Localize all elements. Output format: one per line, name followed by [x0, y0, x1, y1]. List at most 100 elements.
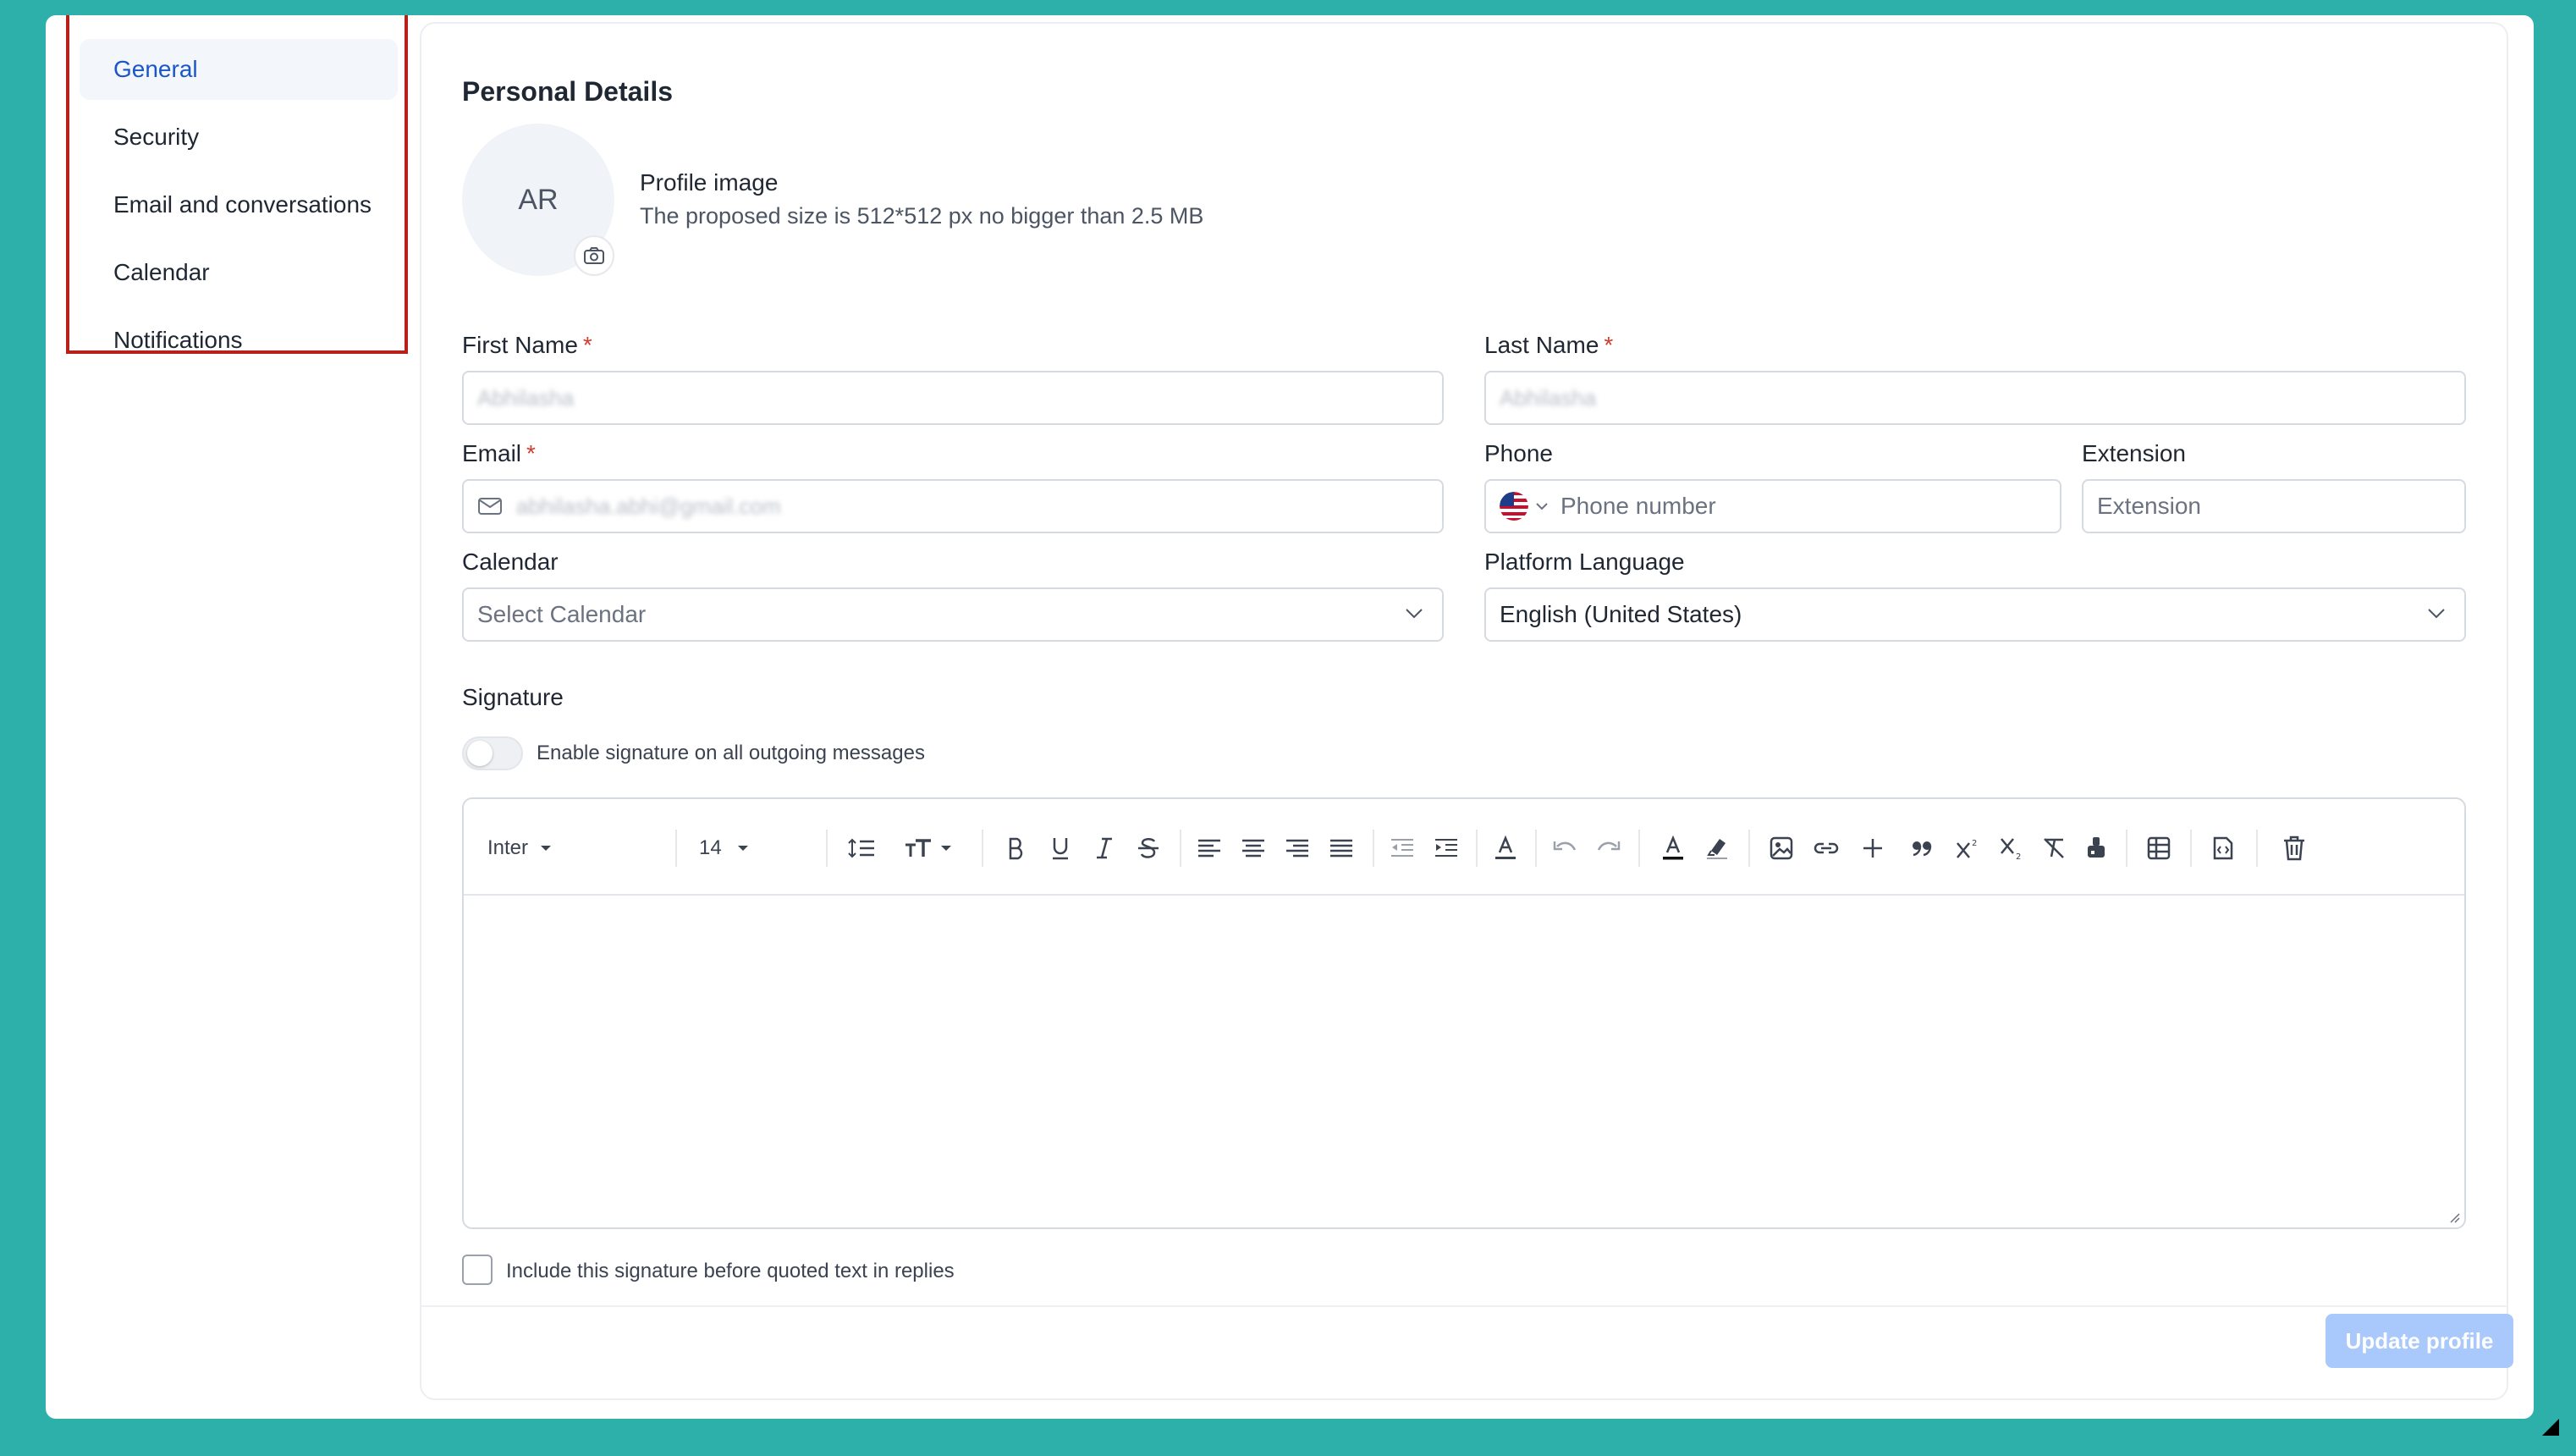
phone-field[interactable]: Phone number	[1484, 479, 2061, 533]
calendar-select[interactable]: Select Calendar	[462, 587, 1444, 642]
toolbar-divider	[2126, 830, 2127, 867]
update-profile-button[interactable]: Update profile	[2326, 1314, 2513, 1368]
superscript-icon[interactable]: 2	[1953, 831, 1982, 865]
platform-language-value: English (United States)	[1500, 601, 1742, 627]
font-family-select[interactable]: Inter	[487, 831, 572, 865]
email-label: Email *	[462, 440, 536, 466]
profile-image-hint: The proposed size is 512*512 px no bigge…	[640, 203, 1204, 229]
sidebar-item-label: General	[113, 56, 198, 82]
chevron-down-icon	[1536, 503, 1548, 510]
editor-toolbar: Inter 14 2 2	[464, 799, 2464, 896]
profile-image-title: Profile image	[640, 169, 779, 196]
text-size-icon[interactable]	[904, 831, 956, 865]
signature-toggle-label: Enable signature on all outgoing message…	[537, 742, 925, 764]
sidebar-item-label: Notifications	[113, 327, 243, 353]
caret-down-icon	[541, 846, 552, 851]
last-name-value: Abhilasha	[1500, 384, 1597, 411]
toolbar-divider	[2190, 830, 2192, 867]
sidebar-item-label: Email and conversations	[113, 191, 372, 218]
strikethrough-icon[interactable]	[1136, 831, 1161, 865]
bold-icon[interactable]	[1004, 831, 1029, 865]
page-title: Personal Details	[462, 76, 673, 107]
include-signature-checkbox[interactable]	[462, 1255, 493, 1285]
phone-placeholder: Phone number	[1560, 493, 1716, 519]
personal-details-panel: Personal Details AR Profile image The pr…	[420, 22, 2513, 1400]
clear-format-icon[interactable]	[2039, 831, 2068, 865]
settings-card: General Security Email and conversations…	[46, 15, 2534, 1419]
chevron-down-icon	[2428, 609, 2445, 619]
undo-icon[interactable]	[1550, 831, 1579, 865]
email-field[interactable]: abhilasha.abhi@gmail.com	[462, 479, 1444, 533]
platform-language-select[interactable]: English (United States)	[1484, 587, 2466, 642]
window-corner	[2542, 1419, 2559, 1436]
indent-icon[interactable]	[1432, 831, 1461, 865]
align-center-icon[interactable]	[1239, 831, 1268, 865]
platform-language-label: Platform Language	[1484, 549, 1685, 575]
first-name-label: First Name *	[462, 332, 592, 358]
font-size-select[interactable]: 14	[699, 831, 767, 865]
signature-toggle[interactable]	[462, 736, 523, 770]
sidebar-item-general[interactable]: General	[80, 39, 398, 100]
footer-divider	[421, 1305, 2507, 1307]
svg-text:2: 2	[2016, 852, 2021, 860]
quote-icon[interactable]	[1907, 831, 1936, 865]
sidebar-item-email-and-conversations[interactable]: Email and conversations	[80, 174, 398, 235]
toolbar-divider	[826, 830, 828, 867]
redo-icon[interactable]	[1594, 831, 1623, 865]
sidebar-item-security[interactable]: Security	[80, 107, 398, 168]
font-size-value: 14	[699, 836, 722, 859]
us-flag-icon[interactable]	[1500, 492, 1560, 521]
avatar-initials: AR	[518, 183, 559, 216]
toolbar-divider	[1180, 830, 1181, 867]
extension-field[interactable]: Extension	[2082, 479, 2466, 533]
image-icon[interactable]	[1767, 831, 1796, 865]
phone-label: Phone	[1484, 440, 1553, 466]
calendar-placeholder: Select Calendar	[477, 601, 647, 627]
include-signature-label: Include this signature before quoted tex…	[506, 1260, 955, 1282]
resize-handle-icon[interactable]	[2447, 1211, 2461, 1224]
line-height-icon[interactable]	[845, 831, 878, 865]
font-color-icon[interactable]	[1491, 831, 1520, 865]
toolbar-divider	[1638, 830, 1640, 867]
last-name-label: Last Name *	[1484, 332, 1614, 358]
signature-label: Signature	[462, 684, 564, 710]
toggle-knob	[467, 741, 493, 766]
first-name-field[interactable]: Abhilasha	[462, 371, 1444, 425]
outdent-icon[interactable]	[1388, 831, 1417, 865]
align-right-icon[interactable]	[1283, 831, 1312, 865]
toolbar-divider	[1476, 830, 1478, 867]
settings-sidebar: General Security Email and conversations…	[66, 15, 408, 354]
email-value: abhilasha.abhi@gmail.com	[516, 493, 781, 519]
italic-icon[interactable]	[1092, 831, 1117, 865]
calendar-label: Calendar	[462, 549, 559, 575]
trash-icon[interactable]	[2280, 831, 2309, 865]
sidebar-item-label: Calendar	[113, 259, 210, 285]
camera-icon[interactable]	[574, 235, 614, 276]
sidebar-item-notifications[interactable]: Notifications	[80, 310, 398, 371]
toolbar-divider	[1748, 830, 1750, 867]
link-icon[interactable]	[1809, 831, 1843, 865]
highlight-icon[interactable]	[1703, 831, 1731, 865]
toolbar-divider	[675, 830, 677, 867]
underline-icon[interactable]	[1048, 831, 1073, 865]
caret-down-icon	[737, 846, 748, 851]
text-color-icon[interactable]	[1659, 831, 1687, 865]
signature-editor[interactable]: Inter 14 2 2	[462, 797, 2466, 1229]
align-left-icon[interactable]	[1195, 831, 1224, 865]
align-justify-icon[interactable]	[1327, 831, 1356, 865]
extension-label: Extension	[2082, 440, 2186, 466]
code-file-icon[interactable]	[2209, 831, 2237, 865]
toolbar-divider	[1373, 830, 1374, 867]
sidebar-item-label: Security	[113, 124, 200, 150]
sidebar-item-calendar[interactable]: Calendar	[80, 242, 398, 303]
editor-content-area[interactable]	[464, 897, 2464, 1227]
table-icon[interactable]	[2144, 831, 2173, 865]
svg-text:2: 2	[1972, 839, 1977, 848]
subscript-icon[interactable]: 2	[1997, 831, 2026, 865]
paint-format-icon[interactable]	[2082, 831, 2111, 865]
plus-icon[interactable]	[1858, 831, 1887, 865]
mail-icon	[477, 496, 503, 516]
chevron-down-icon	[1406, 609, 1423, 619]
last-name-field[interactable]: Abhilasha	[1484, 371, 2466, 425]
extension-placeholder: Extension	[2097, 493, 2201, 519]
